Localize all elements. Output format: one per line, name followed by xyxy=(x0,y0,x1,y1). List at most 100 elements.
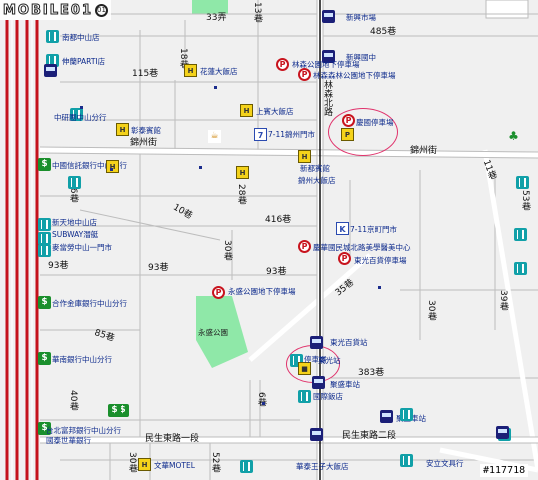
hotel-icon[interactable]: H xyxy=(240,104,253,117)
road-label: 民生東路二段 xyxy=(342,431,397,441)
poi-label: 新天地中山店 xyxy=(52,218,97,227)
poi-label: 華泰王子大飯店 xyxy=(296,462,349,471)
road-label: 30巷 xyxy=(222,240,232,261)
road-label: 錦州街 xyxy=(130,138,158,148)
road-label: 30巷 xyxy=(127,452,137,473)
bus-stop-icon[interactable] xyxy=(310,336,323,349)
bus-stop-icon[interactable] xyxy=(44,64,57,77)
hotel-icon[interactable]: H xyxy=(236,166,249,179)
hotel-icon[interactable]: H xyxy=(138,458,151,471)
road-label: 33弄 xyxy=(206,13,227,23)
restaurant-icon[interactable] xyxy=(68,176,81,189)
poi-label: 新都賓館 xyxy=(300,164,330,173)
parking-icon[interactable]: P xyxy=(342,114,355,127)
road-label: 39巷 xyxy=(498,290,508,311)
poi-label: 合作金庫銀行中山分行 xyxy=(52,299,127,308)
poi-dot xyxy=(262,402,265,405)
poi-label: 上賓大飯店 xyxy=(256,107,294,116)
restaurant-icon[interactable] xyxy=(514,262,527,275)
bank-icon[interactable]: $ xyxy=(38,352,51,365)
poi-label: 7-11錦州門市 xyxy=(268,130,316,139)
restaurant-icon[interactable] xyxy=(514,228,527,241)
poi-label: 東光百貨站 xyxy=(330,338,368,347)
logo-text: MOBILE01 xyxy=(3,2,93,18)
convenience-store-icon[interactable]: K xyxy=(336,222,349,235)
road-network xyxy=(0,0,538,480)
bank-icon[interactable]: $ xyxy=(108,404,121,417)
hotel-icon[interactable]: H xyxy=(106,160,119,173)
restaurant-icon[interactable] xyxy=(38,244,51,257)
road-label: 93巷 xyxy=(148,263,169,273)
road-label: 13巷 xyxy=(252,2,262,23)
poi-dot xyxy=(378,286,381,289)
poi-label: 新興市場 xyxy=(346,13,376,22)
poi-label: 南都中山店 xyxy=(62,33,100,42)
road-label: 115巷 xyxy=(132,69,159,79)
poi-label: 林森森林公園地下停車場 xyxy=(313,71,396,80)
road-label: 30巷 xyxy=(426,300,436,321)
road-label: 383巷 xyxy=(358,368,385,378)
road-label: 40巷 xyxy=(68,390,78,411)
bank-icon[interactable]: $ xyxy=(38,158,51,171)
restaurant-icon[interactable] xyxy=(298,390,311,403)
poi-label: 麥當勞中山一門市 xyxy=(52,243,112,252)
restaurant-icon[interactable] xyxy=(46,30,59,43)
road-label: 53巷 xyxy=(520,190,530,211)
parking-icon[interactable]: P xyxy=(338,252,351,265)
poi-label: 中研團中山分行 xyxy=(54,113,107,122)
restaurant-icon[interactable] xyxy=(38,218,51,231)
poi-label: 停車場 xyxy=(304,355,327,364)
poi-label: 東光百貨停車場 xyxy=(354,256,407,265)
logo-icon: 01 xyxy=(95,3,108,17)
restaurant-icon[interactable] xyxy=(400,408,413,421)
poi-dot xyxy=(80,106,83,109)
poi-label: 慶國停車場 xyxy=(356,118,394,127)
poi-label: SUBWAY潛艇 xyxy=(52,230,99,239)
mobile01-logo: MOBILE01 01 xyxy=(0,0,111,20)
poi-label: 彰泰賓館 xyxy=(131,126,161,135)
restaurant-icon[interactable] xyxy=(240,460,253,473)
hotel-icon[interactable]: H xyxy=(184,64,197,77)
poi-label: 台北富邦銀行中山分行 xyxy=(46,426,121,435)
bus-stop-icon[interactable] xyxy=(312,376,325,389)
road-label: 28巷 xyxy=(236,184,246,205)
hotel-icon[interactable]: H xyxy=(116,123,129,136)
park-tree-icon: ♣ xyxy=(508,129,519,143)
restaurant-icon[interactable] xyxy=(516,176,529,189)
bank-icon[interactable]: $ xyxy=(38,296,51,309)
road-label: 416巷 xyxy=(265,215,292,225)
poi-label: 花蓮大飯店 xyxy=(200,67,238,76)
road-label: 錦州街 xyxy=(410,146,438,156)
bus-stop-icon[interactable] xyxy=(310,428,323,441)
park-label: 永盛公園 xyxy=(198,328,228,337)
poi-label: 安立文具行 xyxy=(426,459,464,468)
bus-stop-icon[interactable] xyxy=(380,410,393,423)
road-label: 93巷 xyxy=(266,267,287,277)
parking-icon[interactable]: P xyxy=(212,286,225,299)
poi-label: 伸蘭PARTI店 xyxy=(62,57,106,66)
road-label: 93巷 xyxy=(48,261,69,271)
poi-dot xyxy=(214,86,217,89)
parking-icon[interactable]: P xyxy=(276,58,289,71)
parking-icon[interactable]: P xyxy=(298,240,311,253)
inn-icon[interactable]: H xyxy=(298,150,311,163)
poi-label: 文華MOTEL xyxy=(154,461,195,470)
poi-dot xyxy=(110,168,113,171)
poi-dot xyxy=(199,166,202,169)
road-label: 485巷 xyxy=(370,27,397,37)
bus-stop-icon[interactable] xyxy=(322,10,335,23)
parking-lot-icon[interactable]: P xyxy=(341,128,354,141)
poi-label: 永盛公園地下停車場 xyxy=(228,287,296,296)
parking-icon[interactable]: P xyxy=(298,68,311,81)
poi-label: 華南銀行中山分行 xyxy=(52,355,112,364)
road-label: 52巷 xyxy=(210,452,220,473)
road-label: 民生東路一段 xyxy=(145,434,200,444)
map-canvas[interactable]: MOBILE01 01 33弄 485巷 115巷 錦州街 416巷 10巷 9… xyxy=(0,0,538,480)
poi-label: 慶華國民城北路美學醫美中心 xyxy=(313,243,411,252)
restaurant-icon[interactable] xyxy=(400,454,413,467)
poi-label: 聚盛車站 xyxy=(330,380,360,389)
convenience-store-icon[interactable]: 7 xyxy=(254,128,267,141)
poi-label: 國泰世華銀行 xyxy=(46,436,91,445)
bus-stop-icon[interactable] xyxy=(496,426,509,439)
beer-icon[interactable]: ☕ xyxy=(208,130,221,143)
